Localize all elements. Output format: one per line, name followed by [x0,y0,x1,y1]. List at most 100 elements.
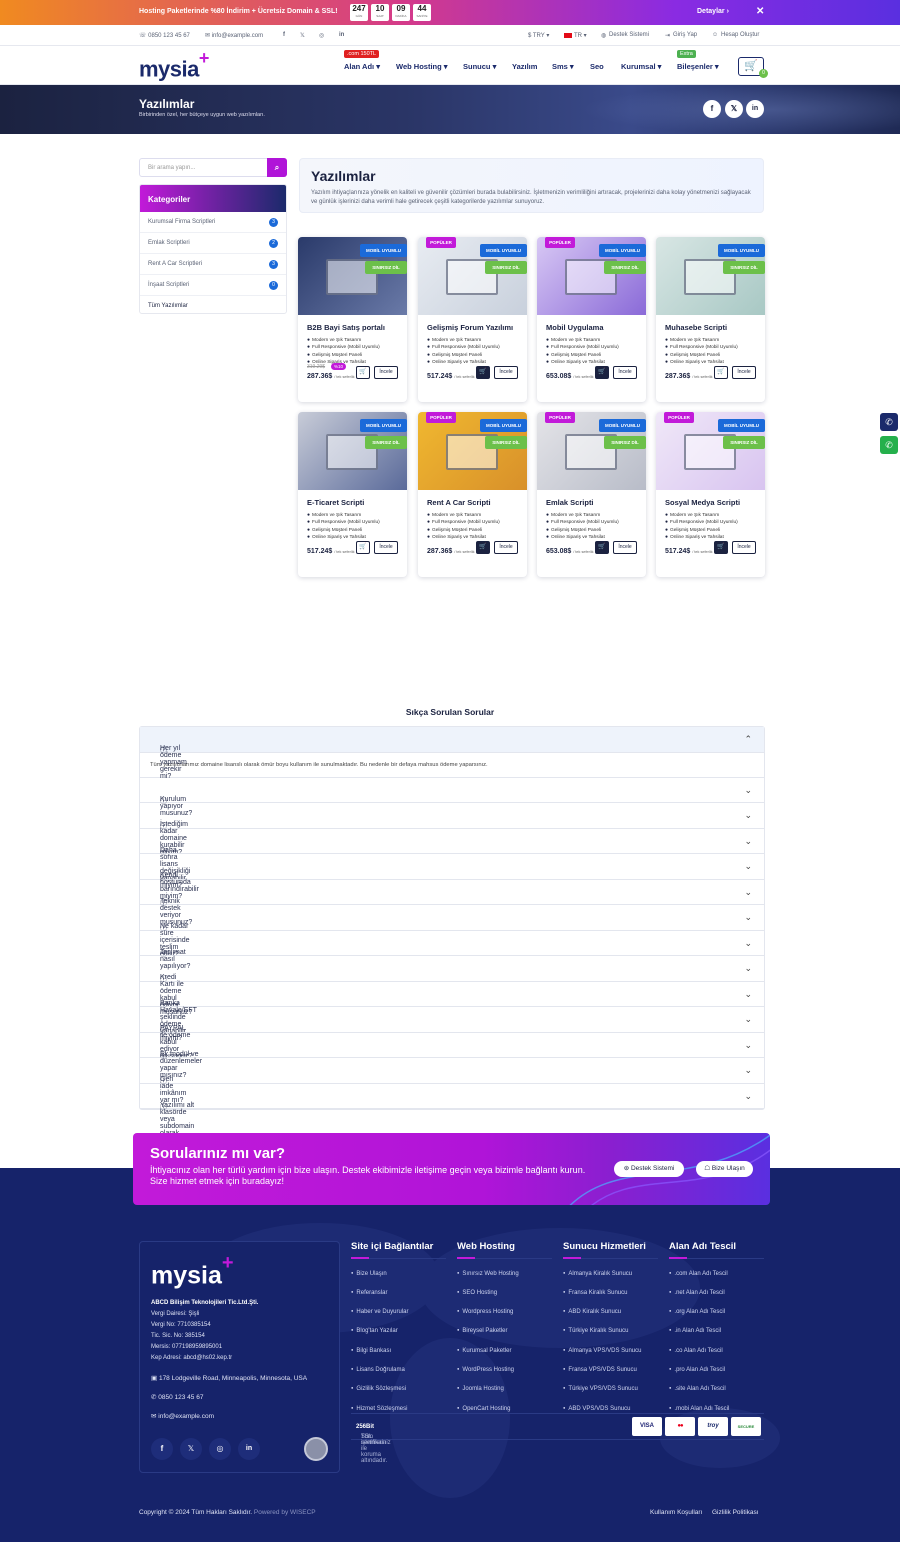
footer-link[interactable]: Bize Ulaşın [351,1269,446,1279]
twitter-icon[interactable]: 𝕏 [300,32,305,39]
faq-question[interactable]: ⓘ Teslimat nasıl yapılıyor? ⌄ [140,931,764,970]
product-name[interactable]: Muhasebe Scripti [665,323,727,332]
footer-link[interactable]: .co Alan Adı Tescil [669,1346,764,1356]
category-item-all[interactable]: Tüm Yazılımlar [140,296,286,313]
add-to-cart-button[interactable]: 🛒 [356,366,370,379]
login-link[interactable]: Giriş Yap [673,32,697,38]
cta-support-button[interactable]: ⊛ Destek Sistemi [614,1161,684,1177]
add-to-cart-button[interactable]: 🛒 [595,541,609,554]
language-select[interactable]: TR ▾ [574,32,587,39]
footer-link[interactable]: Fransa VPS/VDS Sunucu [563,1365,658,1375]
footer-twitter-icon[interactable]: 𝕏 [180,1438,202,1460]
nav-web-hosting[interactable]: Web Hosting ▾ [396,62,448,71]
faq-question[interactable]: ⓘ Daha sonra lisans değişikliği yapabili… [140,829,764,889]
product-name[interactable]: E-Ticaret Scripti [307,498,364,507]
share-facebook-icon[interactable]: f [703,100,721,118]
inspect-button[interactable]: İncele [613,366,637,379]
footer-phone[interactable]: ✆ 0850 123 45 67 [151,1393,203,1401]
faq-question[interactable]: ⓘ Yazılımı alt klasörde veya subdomain o… [140,1084,764,1151]
terms-link[interactable]: Kullanım Koşulları [650,1509,702,1516]
nav-sms[interactable]: Sms ▾ [552,62,574,71]
product-card[interactable]: MOBİL UYUMLU SINIRSIZ DİL B2B Bayi Satış p… [298,237,407,402]
footer-link[interactable]: Joomla Hosting [457,1384,552,1394]
share-x-icon[interactable]: 𝕏 [725,100,743,118]
faq-question[interactable]: ⓘ Ek modül ve düzenlemeler yapar mısınız… [140,1033,764,1079]
footer-link[interactable]: Wordpress Hosting [457,1307,552,1317]
footer-link[interactable]: .mobi Alan Adı Tescil [669,1404,764,1414]
product-card[interactable]: POPÜLER MOBİL UYUMLU SINIRSIZ DİL Emlak Scr… [537,412,646,577]
category-item[interactable]: Kurumsal Firma Scriptleri 3 [140,212,286,233]
footer-link[interactable]: SEO Hosting [457,1288,552,1298]
footer-link[interactable]: Blog'tan Yazılar [351,1326,446,1336]
faq-question[interactable]: ⓘ Kredi Kartı ile ödeme kabul ediyor mus… [140,956,764,1016]
email-link[interactable]: ✉ info@example.com [205,32,263,39]
product-name[interactable]: Sosyal Medya Scripti [665,498,740,507]
footer-link[interactable]: Almanya Kiralık Sunucu [563,1269,658,1279]
footer-link[interactable]: WordPress Hosting [457,1365,552,1375]
add-to-cart-button[interactable]: 🛒 [714,366,728,379]
inspect-button[interactable]: İncele [732,541,756,554]
add-to-cart-button[interactable]: 🛒 [476,541,490,554]
add-to-cart-button[interactable]: 🛒 [476,366,490,379]
footer-link[interactable]: .com Alan Adı Tescil [669,1269,764,1279]
product-card[interactable]: POPÜLER MOBİL UYUMLU SINIRSIZ DİL Sosyal Me… [656,412,765,577]
cart-button[interactable]: 0 🛒 [738,57,768,78]
footer-facebook-icon[interactable]: f [151,1438,173,1460]
footer-link[interactable]: Gizlilik Sözleşmesi [351,1384,446,1394]
close-icon[interactable]: ✕ [756,6,764,17]
currency-select[interactable]: $ TRY ▾ [528,32,549,39]
faq-question[interactable]: ⓘ PAYPAL ile ödeme kabul ediyor musunuz?… [140,1007,764,1060]
footer-link[interactable]: Bireysel Paketler [457,1326,552,1336]
faq-question[interactable]: ⓘ Teknik destek veriyor musunuz? ⌄ [140,880,764,926]
product-card[interactable]: MOBİL UYUMLU SINIRSIZ DİL E-Ticaret Script… [298,412,407,577]
logo[interactable]: mysia+ [139,48,209,82]
footer-link[interactable]: Hizmet Sözleşmesi [351,1404,446,1414]
footer-link[interactable]: ABD Kiralık Sunucu [563,1307,658,1317]
product-card[interactable]: POPÜLER MOBİL UYUMLU SINIRSIZ DİL Gelişmiş … [418,237,527,402]
inspect-button[interactable]: İncele [494,541,518,554]
add-to-cart-button[interactable]: 🛒 [356,541,370,554]
nav-software[interactable]: Yazılım [512,62,537,71]
nav-corporate[interactable]: Kurumsal ▾ [621,62,661,71]
footer-instagram-icon[interactable]: ◎ [209,1438,231,1460]
phone-link[interactable]: ☏ 0850 123 45 67 [139,32,190,39]
faq-question[interactable]: ⓘ Banka Havale/EFT şeklinde ödeme yapabi… [140,982,764,1042]
footer-link[interactable]: Türkiye Kiralık Sunucu [563,1326,658,1336]
product-name[interactable]: B2B Bayi Satış portalı [307,323,385,332]
inspect-button[interactable]: İncele [374,541,398,554]
nav-seo[interactable]: Seo [590,62,604,71]
product-card[interactable]: POPÜLER MOBİL UYUMLU SINIRSIZ DİL Rent A Ca… [418,412,527,577]
nav-domain[interactable]: Alan Adı ▾ [344,62,380,71]
product-card[interactable]: MOBİL UYUMLU SINIRSIZ DİL Muhasebe Scripti… [656,237,765,402]
footer-link[interactable]: Referanslar [351,1288,446,1298]
footer-link[interactable]: Lisans Doğrulama [351,1365,446,1375]
footer-link[interactable]: Fransa Kiralık Sunucu [563,1288,658,1298]
product-card[interactable]: POPÜLER MOBİL UYUMLU SINIRSIZ DİL Mobil Uyg… [537,237,646,402]
product-name[interactable]: Gelişmiş Forum Yazılımı [427,323,513,332]
facebook-icon[interactable]: f [283,32,285,38]
add-to-cart-button[interactable]: 🛒 [714,541,728,554]
faq-question[interactable]: ⓘ Kendi hostumda barındırabilir miyim? ⌄ [140,854,764,900]
footer-link[interactable]: .pro Alan Adı Tescil [669,1365,764,1375]
footer-link[interactable]: .site Alan Adı Tescil [669,1384,764,1394]
footer-link[interactable]: Bilgi Bankası [351,1346,446,1356]
cta-contact-button[interactable]: ☖ Bize Ulaşın [696,1161,753,1177]
privacy-link[interactable]: Gizlilik Politikası [712,1509,759,1516]
footer-link[interactable]: Almanya VPS/VDS Sunucu [563,1346,658,1356]
footer-link[interactable]: .net Alan Adı Tescil [669,1288,764,1298]
register-link[interactable]: Hesap Oluştur [721,32,759,38]
footer-link[interactable]: Kurumsal Paketler [457,1346,552,1356]
search-input[interactable]: Bir arama yapın... ⌕ [139,158,287,177]
phone-float-icon[interactable]: ✆ [880,413,898,431]
footer-link[interactable]: Sınırsız Web Hosting [457,1269,552,1279]
share-linkedin-icon[interactable]: in [746,100,764,118]
footer-logo[interactable]: mysia+ [151,1252,234,1290]
inspect-button[interactable]: İncele [732,366,756,379]
faq-question[interactable]: ⓘ İstediğim kadar domaine kurabilir miyi… [140,803,764,856]
footer-link[interactable]: OpenCart Hosting [457,1404,552,1414]
whatsapp-icon[interactable]: ✆ [880,436,898,454]
product-name[interactable]: Emlak Scripti [546,498,594,507]
search-icon[interactable]: ⌕ [267,158,287,177]
faq-question[interactable]: ⓘ Ne kadar süre içerisinde teslim edilir… [140,905,764,958]
footer-link[interactable]: Türkiye VPS/VDS Sunucu [563,1384,658,1394]
